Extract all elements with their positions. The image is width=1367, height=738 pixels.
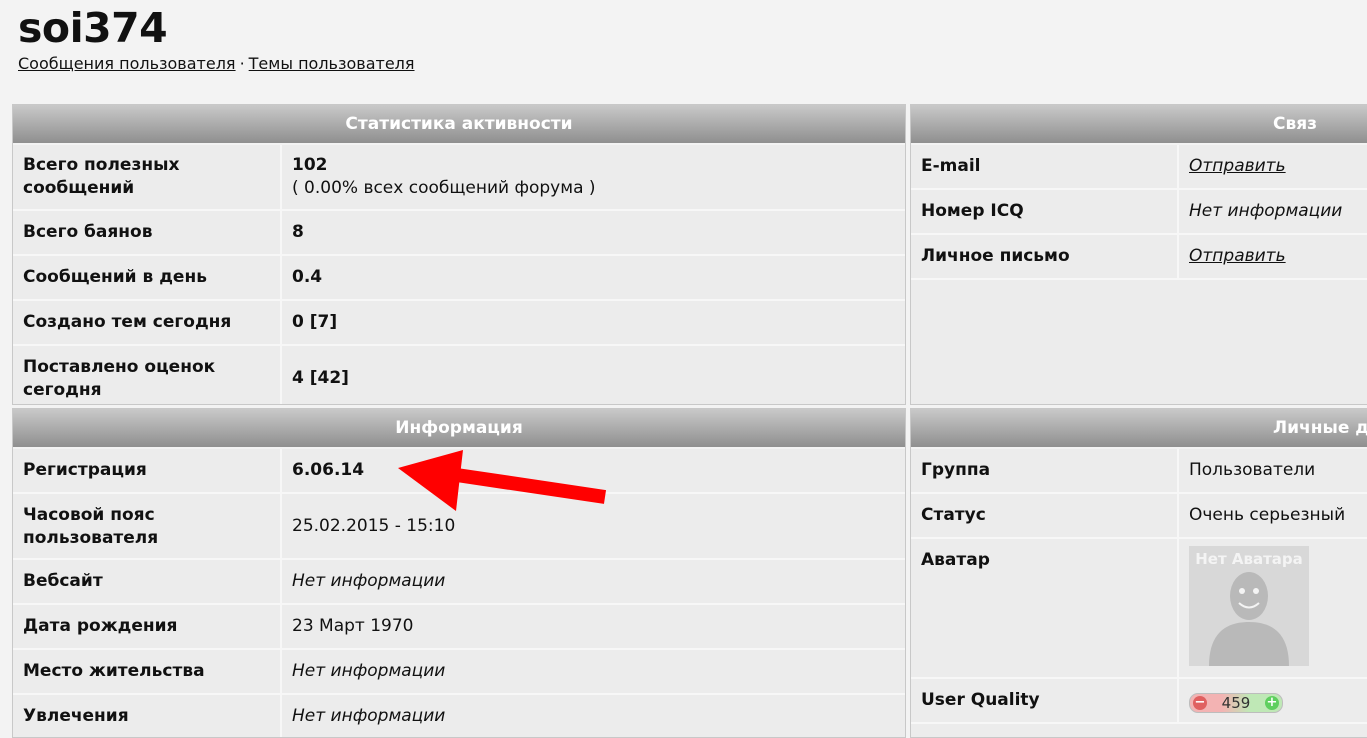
row-value: Нет Аватара (1179, 539, 1367, 677)
contact-header: Связ (911, 105, 1367, 145)
personal-panel: Личные д Группа Пользователи Статус Очен… (910, 408, 1367, 738)
profile-links: Сообщения пользователя · Темы пользователя (18, 54, 415, 73)
user-quality-widget: − 459 + (1189, 693, 1283, 713)
useful-posts-percent: ( 0.00% всех сообщений форума ) (292, 178, 596, 198)
avatar-placeholder-text: Нет Аватара (1195, 550, 1303, 568)
email-send-link[interactable]: Отправить (1189, 156, 1286, 176)
registration-date: 6.06.14 (292, 460, 365, 480)
row-value: Отправить (1179, 235, 1367, 278)
table-row: Группа Пользователи (911, 449, 1367, 494)
row-label: Аватар (911, 539, 1179, 677)
avatar: Нет Аватара (1189, 546, 1309, 666)
row-label: Статус (911, 494, 1179, 537)
table-row: Личное письмо Отправить (911, 235, 1367, 280)
row-value: 0.4 (292, 267, 323, 287)
table-row: Место жительства Нет информации (13, 650, 905, 695)
row-label: Место жительства (13, 650, 282, 693)
user-posts-link[interactable]: Сообщения пользователя (18, 54, 236, 73)
row-label: Группа (911, 449, 1179, 492)
quality-score: 459 (1221, 693, 1251, 712)
table-row: Увлечения Нет информации (13, 695, 905, 737)
row-label: E-mail (911, 145, 1179, 188)
table-row: Статус Очень серьезный (911, 494, 1367, 539)
row-value: Нет информации (1189, 201, 1343, 221)
row-label: User Quality (911, 679, 1179, 722)
row-label: Сообщений в день (13, 256, 282, 299)
row-value: Очень серьезный (1189, 505, 1346, 525)
table-row: Поставлено оценок сегодня 4 [42] (13, 346, 905, 404)
row-value: Пользователи (1189, 460, 1316, 480)
table-row: Вебсайт Нет информации (13, 560, 905, 605)
quality-plus-button[interactable]: + (1265, 696, 1279, 710)
table-row: Всего полезных сообщений 102 ( 0.00% все… (13, 145, 905, 211)
information-header: Информация (13, 409, 905, 449)
row-label: Номер ICQ (911, 190, 1179, 233)
row-value: − 459 + (1179, 679, 1367, 722)
row-label: Всего полезных сообщений (13, 145, 282, 209)
personal-header: Личные д (911, 409, 1367, 449)
row-label: Регистрация (13, 449, 282, 492)
information-panel: Информация Регистрация 6.06.14 Часовой п… (12, 408, 906, 738)
table-row: Аватар Нет Аватара (911, 539, 1367, 679)
table-row: Сообщений в день 0.4 (13, 256, 905, 301)
row-label: Поставлено оценок сегодня (13, 346, 282, 404)
row-value: 23 Март 1970 (292, 616, 414, 636)
table-row: E-mail Отправить (911, 145, 1367, 190)
row-value: 0 [7] (292, 312, 338, 332)
table-row: User Quality − 459 + (911, 679, 1367, 724)
row-label: Часовой пояс пользователя (13, 494, 282, 558)
row-label: Личное письмо (911, 235, 1179, 278)
page-title: soi374 (18, 4, 168, 52)
row-value: 25.02.2015 - 15:10 (292, 516, 456, 536)
table-row: Регистрация 6.06.14 (13, 449, 905, 494)
link-separator: · (239, 54, 245, 73)
row-label: Увлечения (13, 695, 282, 737)
table-row: Создано тем сегодня 0 [7] (13, 301, 905, 346)
row-label: Всего баянов (13, 211, 282, 254)
row-label: Вебсайт (13, 560, 282, 603)
row-label: Дата рождения (13, 605, 282, 648)
table-row: Часовой пояс пользователя 25.02.2015 - 1… (13, 494, 905, 560)
user-topics-link[interactable]: Темы пользователя (249, 54, 415, 73)
activity-stats-panel: Статистика активности Всего полезных соо… (12, 104, 906, 405)
activity-stats-header: Статистика активности (13, 105, 905, 145)
row-value: Нет информации (292, 571, 446, 591)
row-value: 102 ( 0.00% всех сообщений форума ) (282, 145, 905, 209)
useful-posts-count: 102 (292, 155, 328, 175)
row-label: Создано тем сегодня (13, 301, 282, 344)
table-row: Номер ICQ Нет информации (911, 190, 1367, 235)
contact-panel: Связ E-mail Отправить Номер ICQ Нет инфо… (910, 104, 1367, 405)
quality-minus-button[interactable]: − (1193, 696, 1207, 710)
row-value: 4 [42] (292, 368, 349, 388)
row-value: 8 (292, 222, 304, 242)
table-row: Дата рождения 23 Март 1970 (13, 605, 905, 650)
table-row: Всего баянов 8 (13, 211, 905, 256)
row-value: Отправить (1179, 145, 1367, 188)
pm-send-link[interactable]: Отправить (1189, 246, 1286, 266)
row-value: Нет информации (292, 706, 446, 726)
row-value: Нет информации (292, 661, 446, 681)
